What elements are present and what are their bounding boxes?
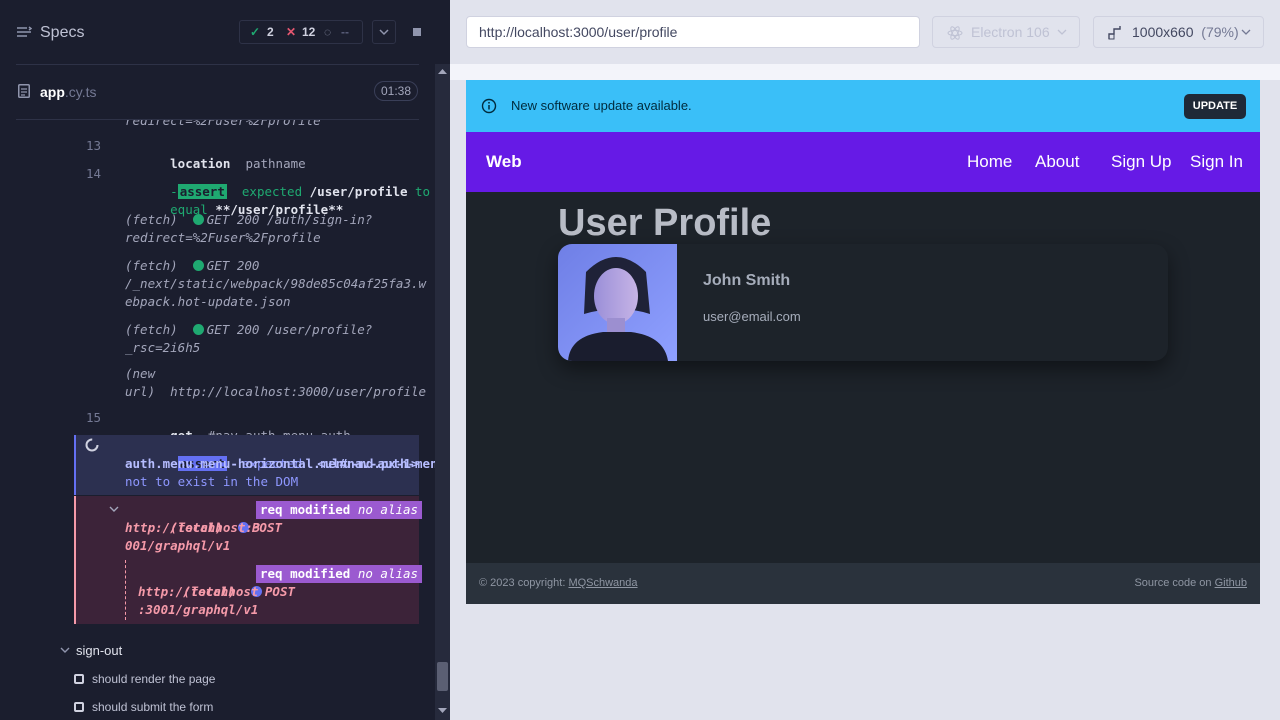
post-url: http://localhost — [138, 584, 259, 599]
nav-sign-in[interactable]: Sign In — [1190, 152, 1243, 172]
user-name: John Smith — [703, 272, 791, 289]
url-bar[interactable]: http://localhost:3000/user/profile — [466, 16, 920, 48]
chevron-down-icon[interactable] — [108, 504, 120, 514]
post-url: :3001/graphql/v1 — [138, 602, 259, 617]
fetch-row-continued: redirect=%2Fuser%2Fprofile — [125, 230, 321, 245]
test-item[interactable]: should render the page — [74, 672, 215, 686]
failed-count: 12 — [302, 25, 316, 39]
post-url: 001/graphql/v1 — [125, 538, 231, 553]
user-email: user@email.com — [703, 309, 801, 324]
chevron-down-icon — [379, 29, 389, 36]
github-link[interactable]: Github — [1215, 577, 1247, 589]
passed-check-icon: ✓ — [250, 25, 261, 39]
electron-icon — [947, 26, 963, 40]
passed-count: 2 — [267, 25, 274, 39]
stop-button[interactable] — [405, 20, 429, 44]
chevron-down-icon[interactable] — [59, 645, 71, 655]
profile-card: John Smith user@email.com — [558, 244, 1168, 361]
navbar: Web Home About Sign Up Sign In — [466, 132, 1260, 192]
nav-sign-up[interactable]: Sign Up — [1111, 152, 1171, 172]
specs-list-icon[interactable] — [16, 24, 32, 40]
fetch-row[interactable]: (fetch) GET 200 /user/profile? — [125, 321, 372, 339]
req-modified-badge: req modified no alias — [256, 565, 423, 583]
specs-header: Specs ✓ 2 ✕ 12 ◌ -- — [0, 0, 450, 64]
spec-filename[interactable]: app.cy.ts — [40, 84, 97, 100]
fetch-row[interactable]: (fetch) GET 200 /auth/sign-in? — [125, 211, 372, 229]
footer: © 2023 copyright: MQSchwanda Source code… — [466, 563, 1260, 604]
command-number: 14 — [86, 166, 102, 181]
status-dot-icon — [192, 214, 204, 225]
pending-count: -- — [341, 25, 349, 39]
test-item[interactable]: should submit the form — [74, 700, 213, 714]
nested-divider — [125, 560, 126, 620]
ruler-icon — [1108, 26, 1121, 40]
pending-test-icon — [74, 702, 84, 712]
info-icon — [481, 98, 497, 114]
specs-title[interactable]: Specs — [40, 24, 84, 42]
suite-title[interactable]: sign-out — [76, 643, 122, 658]
nav-about[interactable]: About — [1035, 152, 1079, 172]
stop-icon — [413, 28, 421, 36]
fetch-row-continued: ebpack.hot-update.json — [125, 294, 291, 309]
app-iframe: New software update available. UPDATE We… — [466, 80, 1260, 604]
scroll-down-icon[interactable] — [438, 708, 447, 714]
scroll-up-icon[interactable] — [438, 68, 447, 74]
viewport-selector[interactable]: 1000x660 (79%) — [1093, 16, 1264, 48]
new-url-tag: (new — [125, 366, 156, 381]
document-icon — [18, 84, 30, 98]
aut-top-strip — [450, 64, 1280, 80]
browser-selector[interactable]: Electron 106 — [932, 16, 1080, 48]
assert-row-continued: auth.menu.menu-horizontal.menu-md.px-1> — [125, 456, 419, 471]
chevron-down-icon — [1057, 29, 1067, 35]
test-stats: ✓ 2 ✕ 12 ◌ -- — [239, 20, 363, 44]
avatar — [558, 244, 677, 361]
fetch-row-continued: _rsc=2i6h5 — [125, 340, 201, 355]
status-dot-icon — [192, 324, 204, 335]
cypress-reporter: Specs ✓ 2 ✕ 12 ◌ -- app.cy.ts 01:38 redi… — [0, 0, 450, 720]
fetch-row-continued: /_next/static/webpack/98de85c04af25fa3.w — [125, 276, 427, 291]
post-url: http://localhost:3 — [125, 520, 261, 535]
scrollbar-thumb[interactable] — [437, 662, 448, 691]
new-url-row[interactable]: url) http://localhost:3000/user/profile — [125, 383, 426, 401]
pending-test-icon — [74, 674, 84, 684]
fetch-row[interactable]: (fetch) GET 200 — [125, 257, 259, 275]
command-log: redirect=%2Fuser%2Fprofile 13 location p… — [0, 120, 435, 720]
brand-link[interactable]: Web — [486, 152, 522, 172]
running-spinner-icon — [85, 438, 99, 452]
page-title: User Profile — [558, 202, 772, 244]
status-dot-icon — [192, 260, 204, 271]
copyright-text: © 2023 copyright: MQSchwanda — [479, 577, 638, 589]
update-button[interactable]: UPDATE — [1184, 94, 1246, 119]
update-alert: New software update available. UPDATE — [466, 80, 1260, 132]
failed-x-icon: ✕ — [286, 25, 297, 39]
header-divider — [16, 64, 419, 65]
command-number: 15 — [86, 410, 102, 425]
collapse-dropdown-button[interactable] — [372, 20, 396, 44]
command-number: 13 — [86, 138, 102, 153]
chevron-down-icon — [1241, 29, 1251, 35]
pending-spinner-icon: ◌ — [324, 25, 332, 39]
author-link[interactable]: MQSchwanda — [568, 577, 637, 589]
command-partial: redirect=%2Fuser%2Fprofile — [125, 120, 321, 128]
app-under-test-panel: http://localhost:3000/user/profile Elect… — [450, 0, 1280, 720]
scrollbar-track[interactable] — [435, 64, 450, 720]
assert-row-continued: not to exist in the DOM — [125, 474, 299, 489]
req-modified-badge: req modified no alias — [256, 501, 423, 519]
source-code-text: Source code on Github — [1134, 577, 1247, 589]
alert-text: New software update available. — [511, 98, 692, 113]
spec-timer: 01:38 — [374, 81, 418, 101]
nav-home[interactable]: Home — [967, 152, 1012, 172]
